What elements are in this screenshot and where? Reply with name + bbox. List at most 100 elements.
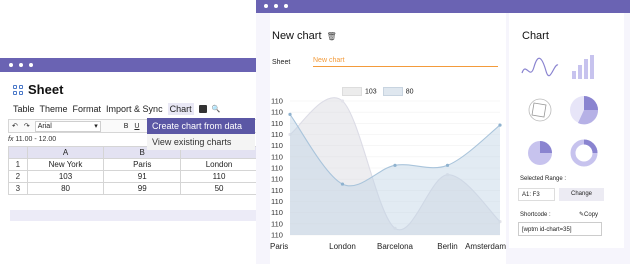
legend-item[interactable]: 103	[342, 87, 377, 96]
underline-button[interactable]: U	[131, 123, 142, 130]
chevron-down-icon: ▾	[94, 123, 98, 130]
trash-icon[interactable]: 🗑	[327, 32, 337, 41]
range-input[interactable]: A1: F3	[518, 188, 555, 201]
y-tick-label: 110	[271, 97, 283, 106]
chart-heading: New chart 🗑	[272, 30, 337, 42]
x-tick-label: Berlin	[437, 242, 457, 251]
side-title: Chart	[522, 30, 549, 42]
y-tick-label: 110	[271, 108, 283, 117]
sheet-source-row: Sheet New chart	[272, 57, 498, 67]
window-dot[interactable]	[29, 63, 33, 67]
table-row: 1 New York Paris London	[8, 158, 258, 171]
data-point	[288, 112, 292, 116]
cell[interactable]: New York	[26, 158, 105, 171]
cell[interactable]: London	[180, 158, 258, 171]
table-row: 2 103 91 110	[8, 170, 258, 183]
change-button[interactable]: Change	[559, 188, 604, 201]
x-tick-label: Paris	[270, 242, 288, 251]
chart-editor-panel: New chart 🗑 Sheet New chart 103 80 110 11…	[270, 13, 506, 264]
y-tick-label: 110	[271, 231, 283, 240]
window-dot[interactable]	[264, 4, 268, 8]
cell[interactable]: 103	[26, 170, 105, 183]
data-point	[393, 163, 397, 167]
area-chart: 110 110 110 110 110 110 110 110 110 110 110 110 110 P…	[270, 97, 506, 251]
table-row: 3 80 99 50	[8, 182, 258, 195]
x-tick-label: London	[329, 242, 356, 251]
sheet-name-input[interactable]: New chart	[313, 57, 498, 67]
y-tick-label: 110	[271, 119, 283, 128]
window-dot[interactable]	[274, 4, 278, 8]
polar-chart-icon[interactable]	[528, 98, 552, 122]
data-point	[498, 123, 502, 127]
corner-cell	[8, 146, 28, 159]
cell[interactable]: 91	[103, 170, 182, 183]
x-tick-label: Barcelona	[377, 242, 414, 251]
bar-chart-icon[interactable]	[572, 55, 594, 79]
cell[interactable]: 110	[180, 170, 258, 183]
row-number: 2	[8, 170, 28, 183]
sheet-title: Sheet	[28, 82, 64, 97]
y-tick-label: 110	[271, 141, 283, 150]
shortcode-field[interactable]: [wptm id-chart=35]	[518, 222, 602, 236]
y-tick-label: 110	[271, 130, 283, 139]
pie-chart-icon[interactable]	[528, 141, 552, 165]
sheet-menu: Table Theme Format Import & Sync Chart 🔍	[13, 103, 220, 115]
y-tick-label: 110	[271, 208, 283, 217]
cell[interactable]: 99	[103, 182, 182, 195]
radar-chart-icon[interactable]	[570, 96, 599, 125]
formula-bar[interactable]: fx 11.00 - 12.00	[8, 136, 56, 143]
row-number: 1	[8, 158, 28, 171]
data-point	[445, 163, 450, 167]
chart-legend: 103 80	[342, 87, 413, 96]
save-icon[interactable]	[198, 105, 207, 113]
y-tick-label: 110	[271, 175, 283, 184]
chart-dropdown-menu: Create chart from data View existing cha…	[147, 118, 255, 150]
sheet-window: Sheet Table Theme Format Import & Sync C…	[0, 58, 260, 248]
y-tick-label: 110	[271, 186, 283, 195]
line-chart-icon[interactable]	[521, 57, 559, 77]
sheet-grid: A B 1 New York Paris London 2 103 91 110…	[8, 146, 258, 195]
menu-import-sync[interactable]: Import & Sync	[106, 103, 163, 115]
row-number: 3	[8, 182, 28, 195]
window-dot[interactable]	[9, 63, 13, 67]
menu-theme[interactable]: Theme	[40, 103, 68, 115]
sheet-heading: Sheet	[13, 82, 63, 97]
sheet-label: Sheet	[272, 58, 291, 66]
cell[interactable]: 80	[26, 182, 105, 195]
legend-item[interactable]: 80	[382, 87, 413, 96]
window-dot[interactable]	[284, 4, 288, 8]
search-icon[interactable]: 🔍	[212, 105, 221, 113]
x-tick-label: Amsterdam	[465, 242, 506, 251]
selected-range-label: Selected Range :	[520, 176, 567, 182]
create-chart-item[interactable]: Create chart from data	[147, 118, 255, 134]
chart-type-gallery	[521, 55, 599, 167]
menu-format[interactable]: Format	[73, 103, 102, 115]
y-tick-label: 110	[271, 197, 283, 206]
y-tick-label: 110	[271, 219, 283, 228]
data-point	[340, 182, 345, 186]
column-header[interactable]: A	[26, 146, 105, 159]
view-charts-item[interactable]: View existing charts	[147, 134, 255, 150]
undo-icon[interactable]: ↶	[9, 122, 21, 130]
font-select[interactable]: Arial ▾	[34, 120, 101, 132]
redo-icon[interactable]: ↷	[21, 122, 33, 130]
shortcode-label: Shortcode :	[520, 212, 551, 218]
copy-button[interactable]: ✎Copy	[579, 211, 598, 218]
chart-window: New chart 🗑 Sheet New chart 103 80 110 11…	[256, 0, 630, 264]
chart-titlebar	[256, 0, 630, 13]
data-point	[340, 99, 345, 103]
sheet-footer	[10, 210, 258, 221]
doughnut-chart-icon[interactable]	[570, 139, 598, 167]
grid-icon	[13, 84, 23, 95]
cell[interactable]: Paris	[103, 158, 182, 171]
bold-button[interactable]: B	[121, 123, 132, 130]
window-dot[interactable]	[19, 63, 23, 67]
function-icon: fx	[8, 136, 14, 143]
chart-options-panel: Chart Selected Range: A1: F3 Change Sho…	[509, 13, 624, 248]
menu-chart[interactable]: Chart	[167, 103, 194, 115]
sheet-titlebar	[0, 58, 258, 72]
cell[interactable]: 50	[180, 182, 258, 195]
menu-table[interactable]: Table	[13, 103, 35, 115]
y-tick-label: 110	[271, 152, 283, 161]
chart-title: New chart	[272, 30, 322, 42]
